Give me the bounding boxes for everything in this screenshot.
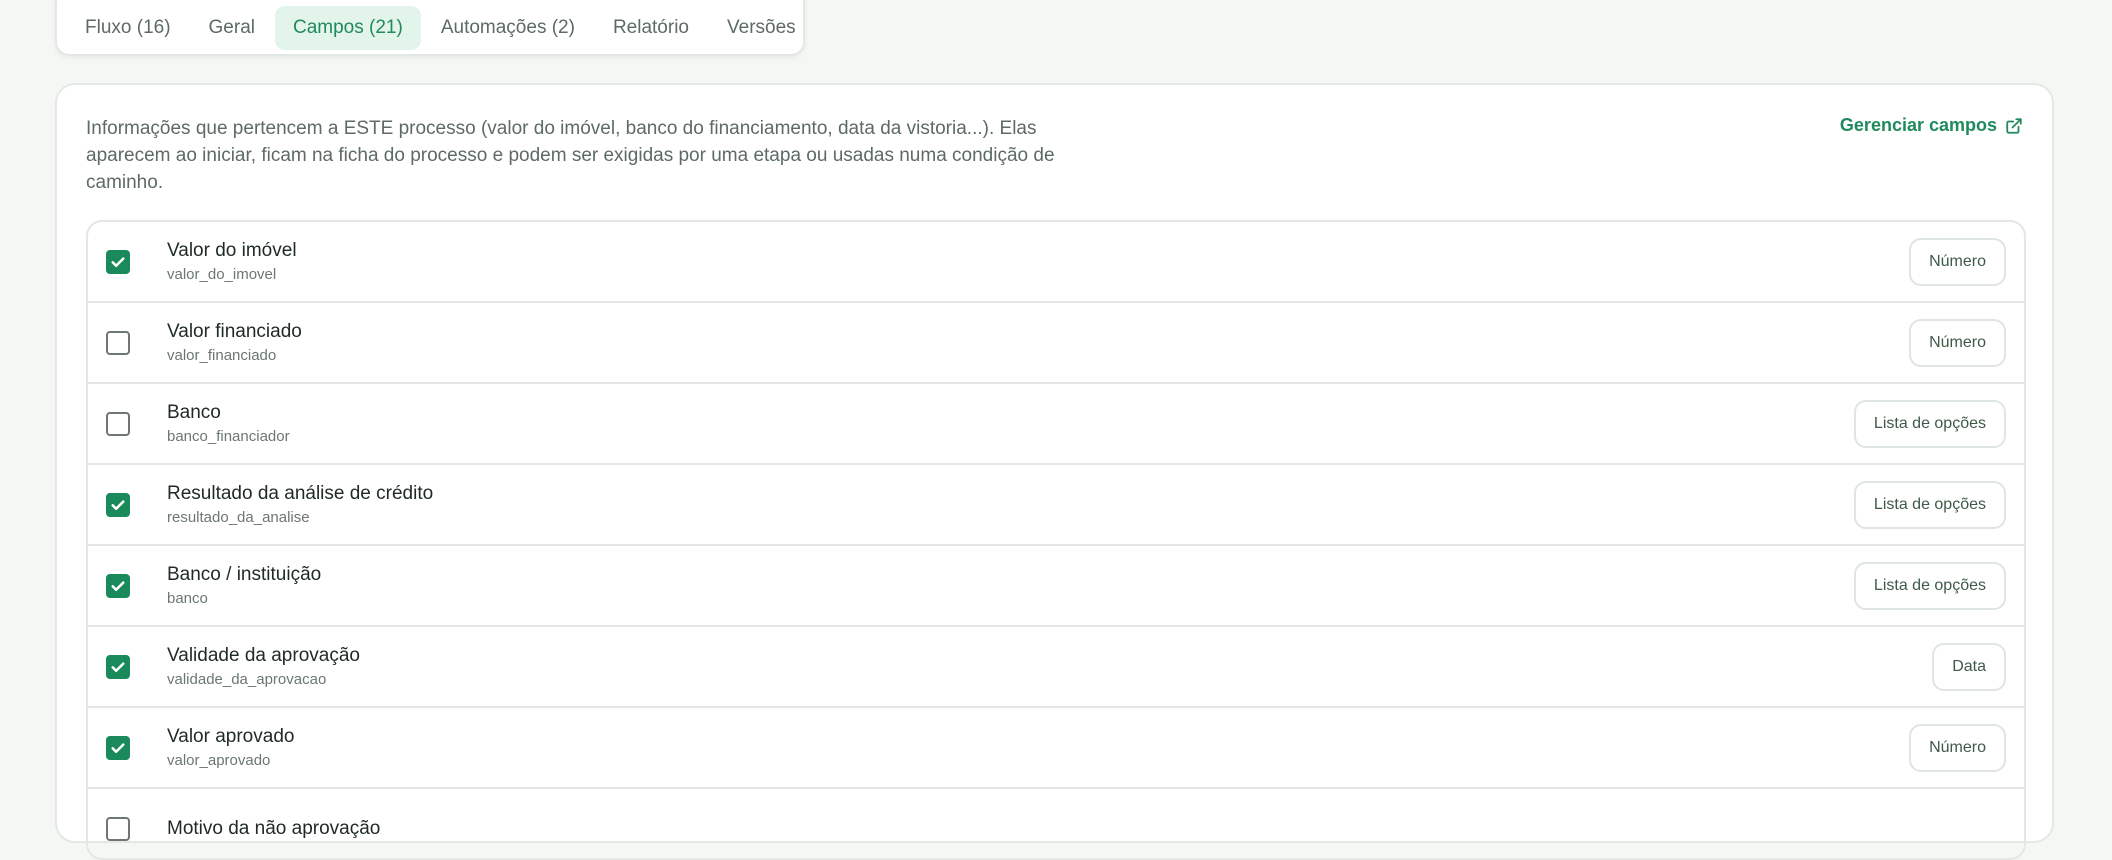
field-type-badge[interactable]: Número	[1909, 723, 2006, 772]
fields-card: Informações que pertencem a ESTE process…	[55, 83, 2054, 860]
field-checkbox[interactable]	[106, 492, 130, 517]
field-row: Banco / instituição banco Lista de opções	[88, 546, 2024, 627]
field-key: banco	[167, 589, 208, 607]
field-type-badge[interactable]: Lista de opções	[1853, 399, 2006, 448]
field-text: Valor aprovado valor_aprovado	[167, 725, 294, 771]
field-name: Banco / instituição	[167, 563, 322, 585]
field-row: Motivo da não aprovação	[88, 789, 2024, 858]
field-text: Valor financiado valor_financiado	[167, 320, 302, 366]
check-icon	[111, 256, 125, 267]
field-row: Resultado da análise de crédito resultado…	[88, 465, 2024, 546]
field-type-badge[interactable]: Lista de opções	[1853, 480, 2006, 529]
tab-campos[interactable]: Campos (21)	[275, 6, 421, 50]
field-name: Motivo da não aprovação	[167, 817, 381, 839]
field-key: valor_aprovado	[167, 751, 271, 769]
field-type-badge[interactable]: Lista de opções	[1853, 561, 2006, 610]
external-link-icon	[2006, 117, 2022, 134]
field-type-badge[interactable]: Data	[1932, 642, 2006, 691]
field-type-badge[interactable]: Número	[1909, 237, 2006, 286]
field-text: Banco / instituição banco	[167, 563, 321, 609]
field-text: Validade da aprovação validade_da_aprovac…	[167, 644, 360, 690]
field-name: Valor do imóvel	[167, 239, 297, 261]
tab-fluxo[interactable]: Fluxo (16)	[67, 6, 189, 50]
check-icon	[111, 742, 125, 753]
field-key: resultado_da_analise	[167, 508, 310, 526]
field-name: Valor aprovado	[167, 725, 295, 747]
field-row: Valor do imóvel valor_do_imovel Número	[88, 222, 2024, 303]
field-key: validade_da_aprovacao	[167, 670, 327, 688]
field-key: valor_financiado	[167, 346, 277, 364]
field-key: banco_financiador	[167, 427, 290, 445]
field-name: Validade da aprovação	[167, 644, 360, 666]
field-checkbox[interactable]	[106, 330, 130, 355]
field-checkbox[interactable]	[106, 249, 130, 274]
fields-list: Valor do imóvel valor_do_imovel Número Valo…	[86, 220, 2026, 860]
field-name: Banco	[167, 401, 221, 423]
field-checkbox[interactable]	[106, 573, 130, 598]
tab-geral[interactable]: Geral	[191, 6, 273, 50]
field-row: Validade da aprovação validade_da_aprovac…	[88, 627, 2024, 708]
field-row: Banco banco_financiador Lista de opções	[88, 384, 2024, 465]
manage-fields-link[interactable]: Gerenciar campos	[1840, 115, 2023, 136]
tab-relatorio[interactable]: Relatório	[595, 6, 707, 50]
fields-description: Informações que pertencem a ESTE process…	[86, 118, 1055, 193]
field-text: Motivo da não aprovação	[167, 817, 380, 841]
tab-versoes[interactable]: Versões	[709, 6, 814, 50]
field-checkbox[interactable]	[106, 735, 130, 760]
field-type-badge[interactable]: Número	[1909, 318, 2006, 367]
field-checkbox[interactable]	[106, 816, 130, 841]
field-row: Valor financiado valor_financiado Número	[88, 303, 2024, 384]
field-name: Resultado da análise de crédito	[167, 482, 434, 504]
manage-fields-label: Gerenciar campos	[1839, 115, 1997, 135]
field-key: valor_do_imovel	[167, 265, 277, 283]
field-text: Resultado da análise de crédito resultado…	[167, 482, 433, 528]
field-row: Valor aprovado valor_aprovado Número	[88, 708, 2024, 789]
field-checkbox[interactable]	[106, 654, 130, 679]
tab-automacoes[interactable]: Automações (2)	[423, 6, 593, 50]
field-text: Banco banco_financiador	[167, 401, 290, 447]
tab-bar: Fluxo (16) Geral Campos (21) Automações …	[55, 0, 805, 56]
field-checkbox[interactable]	[106, 411, 130, 436]
field-text: Valor do imóvel valor_do_imovel	[167, 239, 297, 285]
check-icon	[111, 661, 125, 672]
check-icon	[111, 580, 125, 591]
check-icon	[111, 499, 125, 510]
field-name: Valor financiado	[167, 320, 302, 342]
